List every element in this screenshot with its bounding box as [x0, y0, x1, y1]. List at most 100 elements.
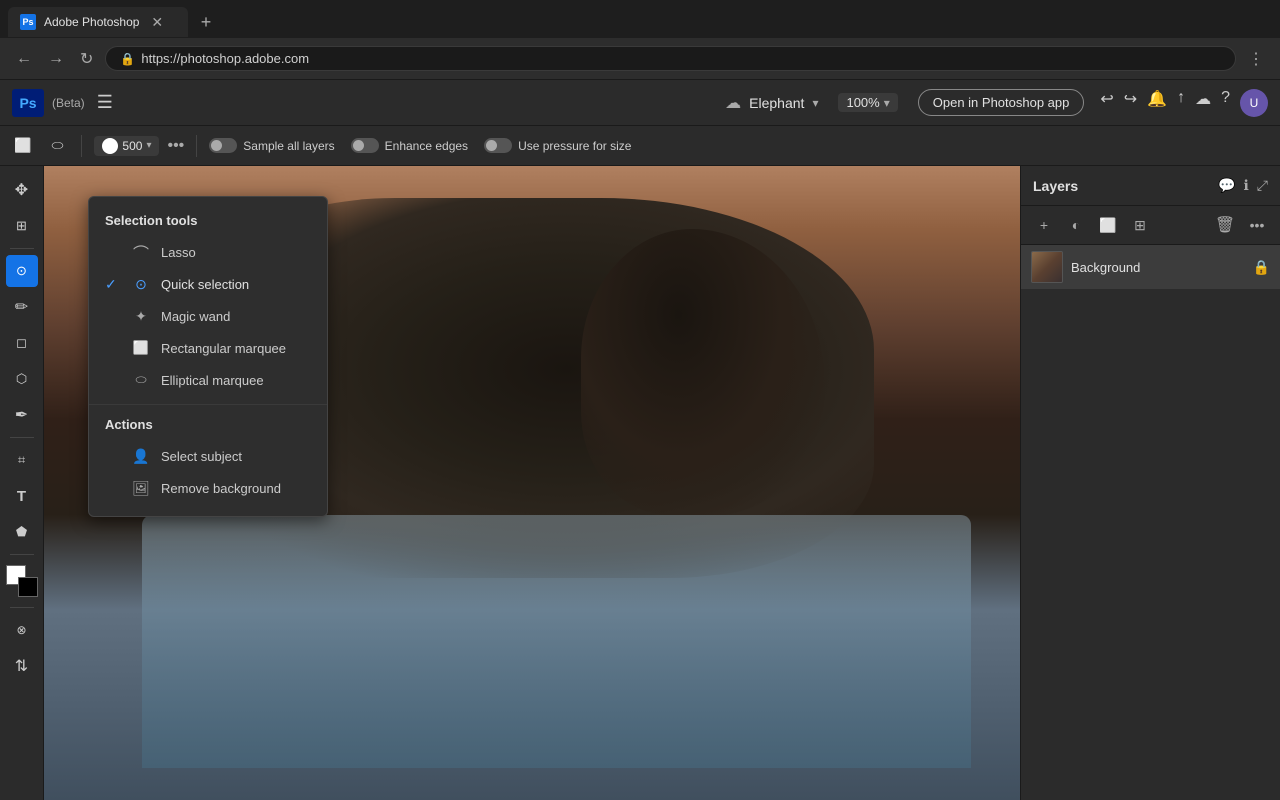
selection-mode-circle[interactable]: ⬭ [45, 134, 69, 157]
select-subject-item[interactable]: 👤 Select subject [89, 440, 327, 472]
quick-selection-item[interactable]: ✓ ⊙ Quick selection [89, 268, 327, 300]
adjustment-layer-button[interactable]: ◐ [1063, 212, 1089, 238]
tool-separator-3 [10, 554, 34, 555]
active-tab[interactable]: Ps Adobe Photoshop ✕ [8, 7, 188, 37]
layer-lock-icon[interactable]: 🔒 [1253, 259, 1270, 276]
user-avatar[interactable]: U [1240, 89, 1268, 117]
text-tool[interactable]: T [6, 480, 38, 512]
shape-tool[interactable]: ⬟ [6, 516, 38, 548]
rect-marquee-icon: ⬜ [131, 338, 151, 358]
main-area: ✥ ⊞ ⊙ ✏ ◻ ⬡ ✒ ⌗ T ⬟ ⊗ ⇅ [0, 166, 1280, 800]
brush-size-control[interactable]: 500 ▾ [94, 136, 159, 156]
crop-tool[interactable]: ⌗ [6, 444, 38, 476]
lasso-icon: ⌒ [131, 242, 151, 262]
selection-mode-rect[interactable]: ⬜ [8, 134, 37, 157]
paint-bucket-tool[interactable]: ⬡ [6, 363, 38, 395]
document-name: Elephant [749, 95, 804, 111]
address-bar[interactable]: 🔒 https://photoshop.adobe.com [105, 46, 1236, 71]
ps-logo: Ps [12, 89, 44, 117]
brush-tool[interactable]: ✏ [6, 291, 38, 323]
sample-all-layers-switch[interactable] [209, 138, 237, 153]
magic-wand-item[interactable]: ✦ Magic wand [89, 300, 327, 332]
help-icon[interactable]: ? [1221, 89, 1230, 117]
more-options-button[interactable]: ••• [167, 137, 184, 155]
cloud-icon: ☁ [725, 93, 741, 113]
share-icon[interactable]: ↑ [1177, 89, 1185, 117]
magic-wand-label: Magic wand [161, 309, 230, 324]
remove-bg-icon: 🖼 [131, 478, 151, 498]
toolbar-separator-1 [81, 135, 82, 157]
rect-marquee-item[interactable]: ⬜ Rectangular marquee [89, 332, 327, 364]
refresh-button[interactable]: ↻ [76, 45, 97, 73]
forward-button[interactable]: → [44, 46, 68, 72]
lasso-label: Lasso [161, 245, 196, 260]
profile-icon[interactable]: ⋮ [1244, 45, 1268, 73]
redo-button[interactable]: ↪ [1124, 89, 1137, 117]
panel-info-icon[interactable]: ℹ [1243, 177, 1248, 194]
use-pressure-toggle[interactable]: Use pressure for size [484, 138, 631, 153]
blur-tool[interactable]: ⊗ [6, 614, 38, 646]
eyedropper-tool[interactable]: ✒ [6, 399, 38, 431]
use-pressure-switch[interactable] [484, 138, 512, 153]
quick-selection-label: Quick selection [161, 277, 249, 292]
sample-all-layers-toggle[interactable]: Sample all layers [209, 138, 334, 153]
enhance-edges-label: Enhance edges [385, 139, 468, 153]
notifications-icon[interactable]: 🔔 [1147, 89, 1167, 117]
add-layer-button[interactable]: + [1031, 212, 1057, 238]
mask-button[interactable]: ⬜ [1095, 212, 1121, 238]
remove-background-label: Remove background [161, 481, 281, 496]
open-in-photoshop-button[interactable]: Open in Photoshop app [918, 89, 1085, 116]
rect-marquee-label: Rectangular marquee [161, 341, 286, 356]
eyedropper-icon: ✒ [15, 405, 28, 425]
tool-separator-4 [10, 607, 34, 608]
background-color[interactable] [18, 577, 38, 597]
shape-icon: ⬟ [16, 524, 27, 540]
quick-selection-checkmark: ✓ [105, 276, 121, 293]
zoom-control[interactable]: 100% ▾ [838, 93, 897, 112]
tool-separator-1 [10, 248, 34, 249]
browser-nav: ← → ↻ 🔒 https://photoshop.adobe.com ⋮ [0, 38, 1280, 80]
panel-header: Layers 💬 ℹ ⤢ [1021, 166, 1280, 206]
selection-tools-popup: Selection tools ⌒ Lasso ✓ ⊙ Quick select… [88, 196, 328, 517]
tab-favicon: Ps [20, 14, 36, 30]
color-swatch[interactable] [6, 565, 38, 597]
sort-tool[interactable]: ⇅ [6, 650, 38, 682]
undo-button[interactable]: ↩ [1100, 89, 1113, 117]
eraser-tool[interactable]: ◻ [6, 327, 38, 359]
brush-size-value: 500 [122, 139, 142, 153]
artboard-icon: ⊞ [16, 218, 27, 234]
enhance-edges-toggle[interactable]: Enhance edges [351, 138, 468, 153]
layer-thumbnail [1031, 251, 1063, 283]
move-tool[interactable]: ✥ [6, 174, 38, 206]
lock-icon: 🔒 [120, 52, 135, 66]
tab-close-button[interactable]: ✕ [151, 14, 163, 31]
actions-title: Actions [89, 413, 327, 440]
panel-expand-icon[interactable]: ⤢ [1257, 177, 1268, 194]
elliptical-marquee-item[interactable]: ⬭ Elliptical marquee [89, 364, 327, 396]
toolbar-separator-2 [196, 135, 197, 157]
lasso-tool-item[interactable]: ⌒ Lasso [89, 236, 327, 268]
background-layer[interactable]: Background 🔒 [1021, 245, 1280, 289]
text-icon: T [17, 488, 26, 505]
doc-name-chevron[interactable]: ▾ [812, 96, 818, 110]
delete-layer-button[interactable]: 🗑 [1212, 212, 1238, 238]
hamburger-menu[interactable]: ☰ [93, 88, 117, 117]
enhance-edges-switch[interactable] [351, 138, 379, 153]
browser-chrome: Ps Adobe Photoshop ✕ + ← → ↻ 🔒 https://p… [0, 0, 1280, 80]
tab-bar: Ps Adobe Photoshop ✕ + [0, 0, 1280, 38]
cloud-save-icon[interactable]: ☁ [1195, 89, 1211, 117]
panel-header-icons: 💬 ℹ ⤢ [1218, 177, 1268, 194]
canvas-area[interactable]: Selection tools ⌒ Lasso ✓ ⊙ Quick select… [44, 166, 1020, 800]
back-button[interactable]: ← [12, 46, 36, 72]
new-tab-button[interactable]: + [194, 10, 218, 34]
selection-tool[interactable]: ⊙ [6, 255, 38, 287]
remove-background-item[interactable]: 🖼 Remove background [89, 472, 327, 504]
tab-title: Adobe Photoshop [44, 15, 139, 29]
rect-select-icon: ⬜ [14, 137, 31, 154]
layer-more-options[interactable]: ••• [1244, 212, 1270, 238]
url-text: https://photoshop.adobe.com [141, 51, 309, 66]
panel-chat-icon[interactable]: 💬 [1218, 177, 1235, 194]
artboard-tool[interactable]: ⊞ [6, 210, 38, 242]
sample-all-layers-label: Sample all layers [243, 139, 334, 153]
group-layer-button[interactable]: ⊞ [1127, 212, 1153, 238]
